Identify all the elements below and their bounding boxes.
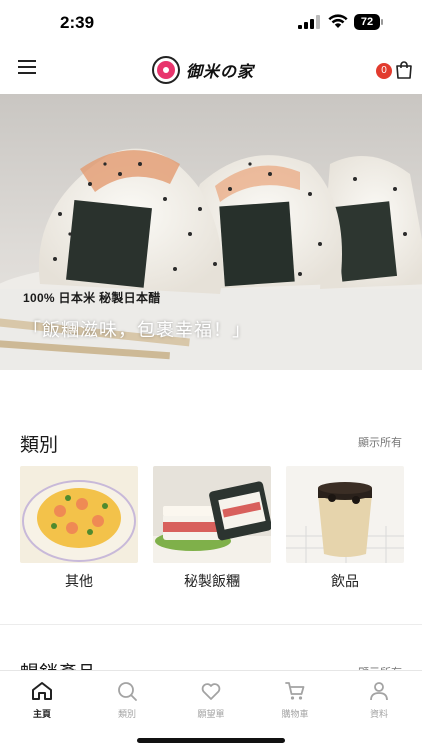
hero-banner[interactable]: 100% 日本米 秘製日本醋 「飯糰滋味，包裹幸福！」 (0, 94, 422, 370)
logo-text: 御米の家 (186, 62, 255, 81)
home-icon (32, 682, 52, 700)
category-label-onigiri: 秘製飯糰 (184, 573, 240, 589)
category-card-drinks[interactable]: 飲品 (286, 466, 404, 591)
home-indicator (137, 738, 285, 743)
battery-indicator: 72 (354, 14, 384, 30)
tab-label-profile: 資料 (369, 709, 388, 719)
cellular-signal-icon (298, 15, 320, 29)
tab-cart[interactable]: 購物車 (265, 679, 325, 720)
category-label-other: 其他 (65, 573, 93, 589)
tab-home[interactable]: 主頁 (12, 679, 72, 720)
category-image-other (20, 466, 138, 563)
tab-label-wishlist: 願望單 (197, 709, 225, 719)
hero-tagline: 100% 日本米 秘製日本醋 (23, 291, 161, 305)
category-card-onigiri[interactable]: 秘製飯糰 (153, 466, 271, 591)
tab-label-cart: 購物車 (281, 709, 309, 719)
user-icon (370, 682, 388, 701)
status-time: 2:39 (60, 13, 95, 32)
tab-label-home: 主頁 (32, 709, 51, 719)
search-icon (118, 682, 137, 701)
category-card-other[interactable]: 其他 (20, 466, 138, 591)
shopping-bag-icon[interactable] (394, 60, 414, 80)
hero-text: 100% 日本米 秘製日本醋 「飯糰滋味，包裹幸福！」 (23, 289, 251, 342)
hero-slogan: 「飯糰滋味，包裹幸福！」 (23, 320, 251, 340)
cart-count-badge: 0 (376, 63, 392, 79)
brand-logo[interactable]: 御米の家 (152, 56, 254, 84)
section-divider (0, 624, 422, 625)
tab-categories[interactable]: 類別 (97, 679, 157, 720)
tab-label-categories: 類別 (117, 709, 136, 719)
app-header: 御米の家 0 (0, 46, 422, 94)
battery-cap (381, 19, 383, 25)
tab-wishlist[interactable]: 願望單 (181, 679, 241, 720)
status-bar: 2:39 72 (0, 0, 422, 46)
logo-flower-icon (152, 56, 180, 84)
wifi-icon (328, 14, 348, 28)
category-label-drinks: 飲品 (331, 573, 359, 589)
categories-header: 類別 顯示所有 (20, 430, 402, 456)
category-image-onigiri (153, 466, 271, 563)
categories-show-all-link[interactable]: 顯示所有 (358, 434, 402, 450)
heart-icon (201, 683, 221, 700)
battery-level: 72 (354, 14, 380, 30)
category-image-drinks (286, 466, 404, 563)
cart-icon (285, 682, 305, 700)
tab-profile[interactable]: 資料 (349, 679, 409, 720)
menu-icon[interactable] (18, 60, 38, 78)
categories-title: 類別 (20, 435, 59, 456)
